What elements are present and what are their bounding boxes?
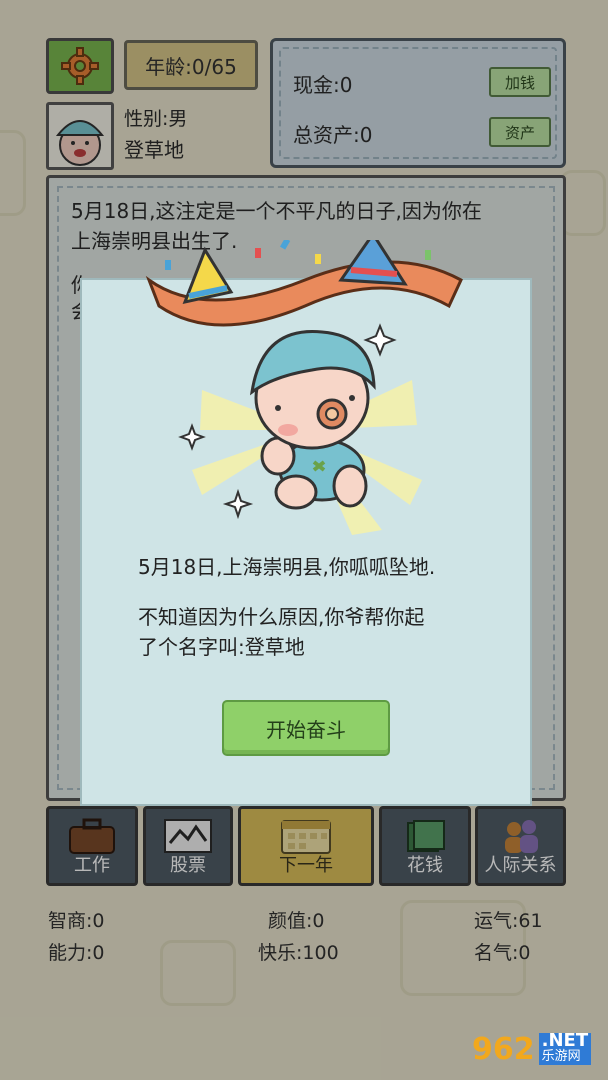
dialog-text: 5月18日,上海崇明县,你呱呱坠地. xyxy=(138,555,436,579)
dialog-text: 了个名字叫:登草地 xyxy=(138,635,305,659)
watermark-logo: 962 .NET 乐游网 xyxy=(472,1024,602,1074)
start-button[interactable]: 开始奋斗 xyxy=(222,700,390,756)
watermark-text: .NET 乐游网 xyxy=(538,1032,592,1065)
celebration-ribbon xyxy=(145,240,463,327)
birth-dialog: 5月18日,上海崇明县,你呱呱坠地. 不知道因为什么原因,你爷帮你起 了个名字叫… xyxy=(80,278,532,806)
watermark-site: 乐游网 xyxy=(538,1049,592,1065)
dialog-text: 不知道因为什么原因,你爷帮你起 xyxy=(138,605,425,629)
watermark-number: 962 xyxy=(472,1031,535,1067)
watermark-net: .NET xyxy=(538,1032,592,1050)
